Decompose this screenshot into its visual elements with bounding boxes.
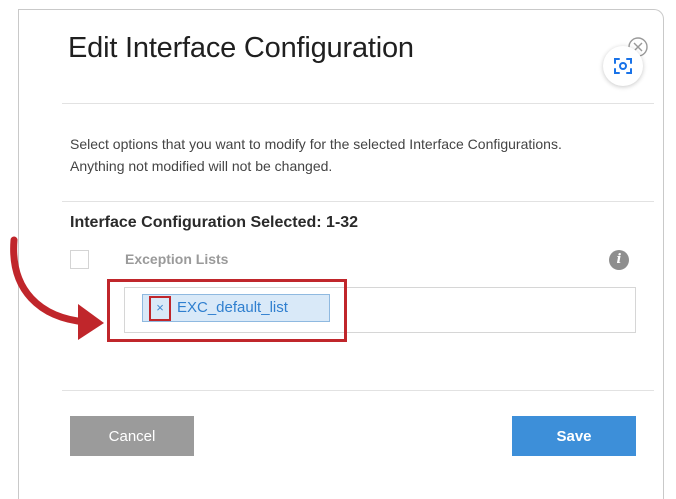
description-divider xyxy=(62,201,654,202)
arrow-icon xyxy=(10,236,104,340)
dialog-title: Edit Interface Configuration xyxy=(68,32,414,64)
cancel-button[interactable]: Cancel xyxy=(70,416,194,456)
lens-scan-button[interactable] xyxy=(603,46,643,86)
info-icon[interactable]: i xyxy=(609,250,629,270)
lens-scan-icon xyxy=(614,58,632,74)
exception-lists-label: Exception Lists xyxy=(125,251,229,267)
dialog-description: Select options that you want to modify f… xyxy=(70,136,562,174)
save-button[interactable]: Save xyxy=(512,416,636,456)
header-divider xyxy=(62,103,654,104)
selection-summary: Interface Configuration Selected: 1-32 xyxy=(70,214,359,231)
annotation-highlight-tag xyxy=(107,279,347,342)
footer-divider xyxy=(62,390,654,391)
